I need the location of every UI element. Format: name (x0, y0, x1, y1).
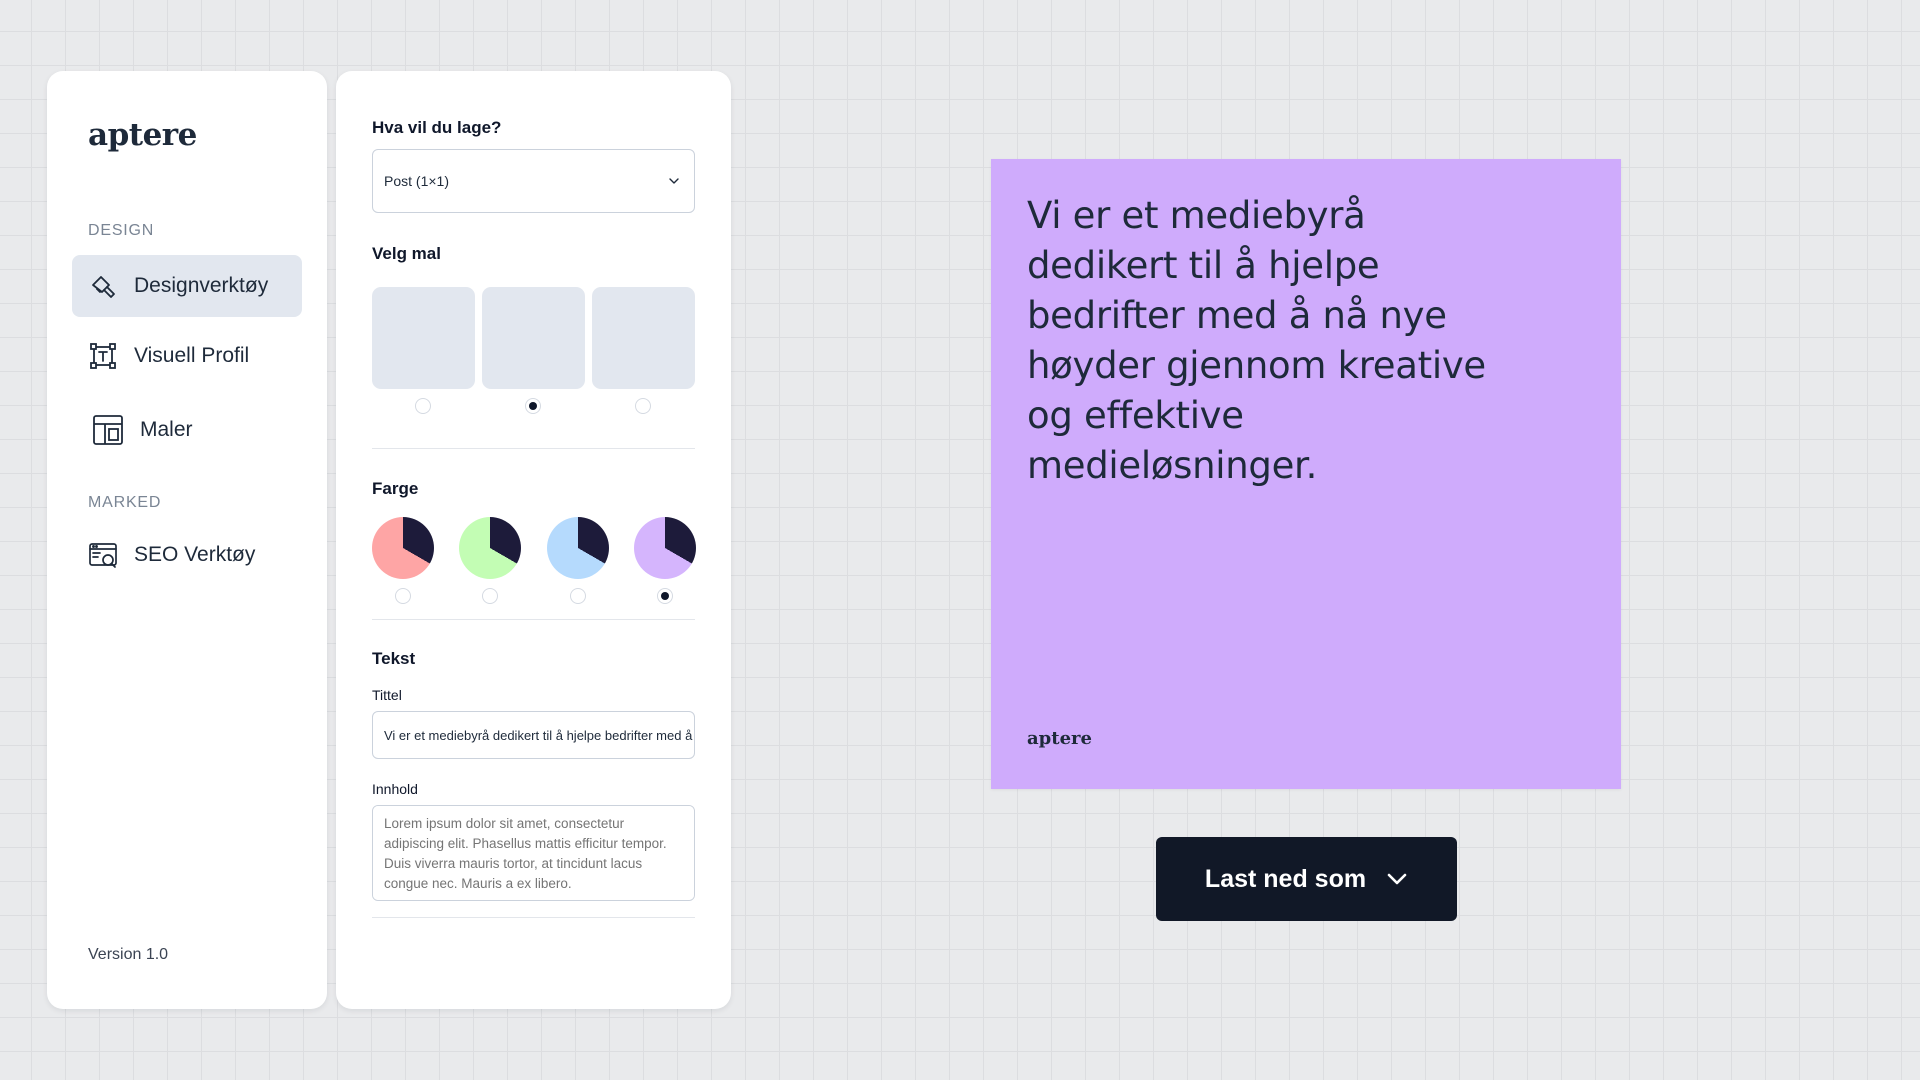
preview-text: Vi er et mediebyrå dedikert til å hjelpe… (1027, 194, 1486, 487)
color-radio-purple[interactable] (657, 588, 673, 604)
color-title: Farge (372, 479, 419, 498)
divider (372, 917, 695, 918)
version-label: Version 1.0 (88, 946, 169, 963)
template-option-3[interactable] (592, 287, 695, 389)
sidebar-item-label: Visuell Profil (134, 344, 250, 367)
color-swatch-green[interactable] (459, 517, 521, 579)
editor-panel: Hva vil du lage? Post (1×1) Velg mal Far… (336, 71, 731, 1009)
format-title: Hva vil du lage? (372, 118, 502, 137)
color-radio-blue[interactable] (570, 588, 586, 604)
sidebar-item-visuell-profil[interactable]: Visuell Profil (72, 325, 302, 387)
color-radio-green[interactable] (482, 588, 498, 604)
chevron-down-icon (1386, 872, 1408, 886)
template-radio-3[interactable] (635, 398, 651, 414)
sidebar-item-seo-verktoy[interactable]: SEO Verktøy (72, 524, 302, 586)
browser-search-icon (88, 540, 118, 570)
sidebar-item-label: Designverktøy (134, 274, 269, 297)
color-swatch-purple[interactable] (634, 517, 696, 579)
text-frame-icon (88, 341, 118, 371)
format-select-value: Post (1×1) (384, 173, 449, 189)
preview-logo: aptere (1027, 728, 1092, 749)
template-radio-2[interactable] (525, 398, 541, 414)
template-radio-1[interactable] (415, 398, 431, 414)
content-textarea[interactable] (372, 805, 695, 901)
post-preview: Vi er et mediebyrå dedikert til å hjelpe… (991, 159, 1621, 789)
sidebar-item-designverktoy[interactable]: Designverktøy (72, 255, 302, 317)
chevron-down-icon (668, 172, 680, 190)
download-button[interactable]: Last ned som (1156, 837, 1457, 921)
sidebar-item-label: SEO Verktøy (134, 543, 256, 566)
format-select[interactable]: Post (1×1) (372, 149, 695, 213)
brush-icon (88, 271, 118, 301)
app-logo[interactable]: aptere (88, 117, 197, 153)
download-button-label: Last ned som (1204, 864, 1367, 893)
sidebar-item-label: Maler (140, 418, 193, 441)
sidebar: aptere DESIGN Designverktøy Visuell Prof… (47, 71, 327, 1009)
layout-icon (88, 415, 128, 445)
color-radio-red[interactable] (395, 588, 411, 604)
divider (372, 448, 695, 449)
title-label: Tittel (372, 687, 402, 703)
color-swatch-red[interactable] (372, 517, 434, 579)
title-input[interactable]: Vi er et mediebyrå dedikert til å hjelpe… (372, 711, 695, 759)
section-label-marked: MARKED (88, 494, 162, 511)
color-swatch-blue[interactable] (547, 517, 609, 579)
template-option-2[interactable] (482, 287, 585, 389)
template-option-1[interactable] (372, 287, 475, 389)
divider (372, 619, 695, 620)
template-title: Velg mal (372, 244, 441, 263)
text-title: Tekst (372, 649, 416, 668)
sidebar-item-maler[interactable]: Maler (72, 399, 302, 461)
section-label-design: DESIGN (88, 222, 155, 239)
content-label: Innhold (372, 781, 418, 797)
